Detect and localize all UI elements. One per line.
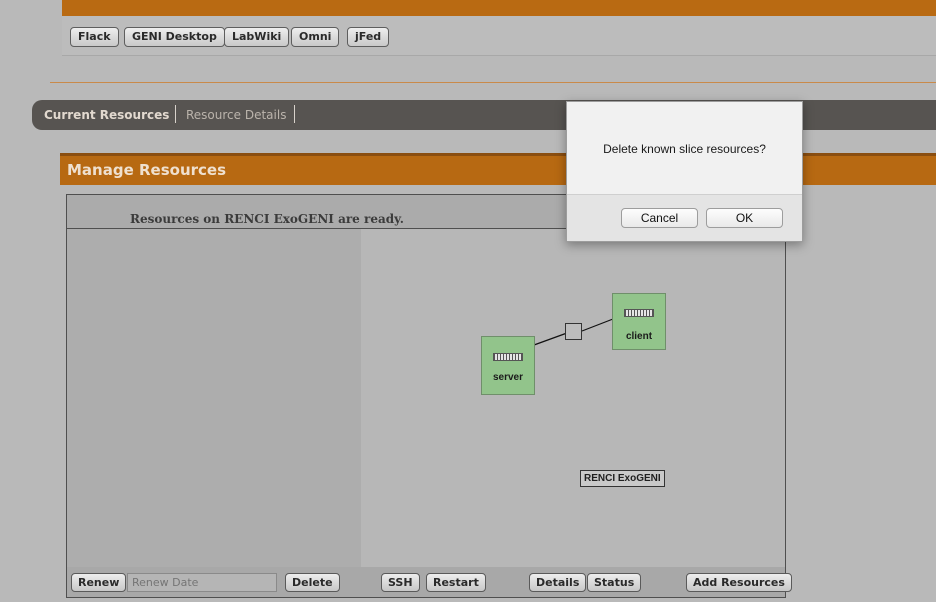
topology-canvas[interactable]: server client RENCI ExoGENI	[361, 229, 785, 567]
top-accent-bar	[62, 0, 936, 16]
lan-switch-icon[interactable]	[565, 323, 582, 340]
geni-desktop-button[interactable]: GENI Desktop	[124, 27, 225, 47]
jfed-button[interactable]: jFed	[347, 27, 390, 47]
aggregate-label: RENCI ExoGENI	[580, 470, 665, 487]
manage-resources-header: Manage Resources	[60, 153, 936, 185]
renew-button[interactable]: Renew	[71, 573, 127, 592]
node-server[interactable]: server	[481, 336, 535, 395]
restart-button[interactable]: Restart	[426, 573, 486, 592]
omni-button[interactable]: Omni	[291, 27, 340, 47]
tab-separator	[294, 105, 295, 123]
link-server-lan	[533, 332, 568, 346]
server-icon	[624, 309, 654, 317]
ssh-button[interactable]: SSH	[381, 573, 420, 592]
tab-current-resources[interactable]: Current Resources	[44, 108, 169, 122]
renew-date-input[interactable]	[127, 573, 277, 592]
cancel-button[interactable]: Cancel	[621, 208, 698, 228]
action-toolbar: Renew Delete SSH Restart Details Status …	[67, 567, 792, 597]
dialog-footer: Cancel OK	[567, 194, 802, 241]
panel-title: Manage Resources	[67, 161, 227, 179]
divider-line	[50, 82, 936, 83]
dialog-message: Delete known slice resources?	[603, 142, 766, 156]
node-label: client	[625, 331, 653, 342]
manage-resources-panel: Resources on RENCI ExoGENI are ready. se…	[66, 194, 792, 598]
add-resources-button[interactable]: Add Resources	[686, 573, 792, 592]
resource-list-area	[67, 229, 361, 567]
tab-separator	[175, 105, 176, 123]
flack-button[interactable]: Flack	[70, 27, 119, 47]
status-button[interactable]: Status	[587, 573, 642, 592]
confirm-delete-dialog: Delete known slice resources? Cancel OK	[566, 101, 803, 242]
tool-launcher-bar: Flack GENI Desktop LabWiki Omni jFed	[62, 16, 936, 56]
topology-links	[533, 318, 614, 346]
node-label: server	[492, 372, 524, 383]
labwiki-button[interactable]: LabWiki	[224, 27, 290, 47]
ok-button[interactable]: OK	[706, 208, 783, 228]
link-lan-client	[581, 318, 614, 332]
tab-resource-details[interactable]: Resource Details	[186, 108, 286, 122]
status-message: Resources on RENCI ExoGENI are ready.	[130, 212, 404, 226]
details-button[interactable]: Details	[529, 573, 587, 592]
server-icon	[493, 353, 523, 361]
delete-button[interactable]: Delete	[285, 573, 340, 592]
node-client[interactable]: client	[612, 293, 666, 350]
